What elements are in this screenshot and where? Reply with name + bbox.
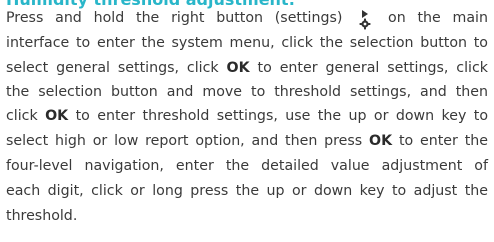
paragraph-line-1: Press and hold the right button (setting… <box>6 6 488 30</box>
manual-page: Humidity threshold adjustment: Press and… <box>0 0 494 242</box>
ok-keyword: OK <box>226 60 250 76</box>
settings-button-icon <box>354 6 376 30</box>
line-1-text-before-icon: Press and hold the right button (setting… <box>6 10 343 26</box>
paragraph-line-9: threshold. <box>6 208 78 224</box>
line-1-text-after-icon: on the main <box>388 10 488 26</box>
paragraph-line-2: interface to enter the system menu, clic… <box>6 35 488 51</box>
paragraph-line-6: select high or low report option, and th… <box>6 129 488 153</box>
line-3-text-a: select general settings, click <box>6 60 219 76</box>
paragraph-line-5: click OK to enter threshold settings, us… <box>6 104 488 128</box>
line-5-text-b: to enter threshold settings, use the up … <box>75 108 488 124</box>
paragraph-line-3: select general settings, click OK to ent… <box>6 56 488 80</box>
line-6-text-b: to enter the <box>398 133 488 149</box>
paragraph-line-7: four-level navigation, enter the detaile… <box>6 158 488 174</box>
paragraph-line-8: each digit, click or long press the up o… <box>6 183 488 199</box>
ok-keyword: OK <box>45 108 69 124</box>
line-5-text-a: click <box>6 108 38 124</box>
paragraph-line-4: the selection button and move to thresho… <box>6 84 488 100</box>
line-6-text-a: select high or low report option, and th… <box>6 133 363 149</box>
ok-keyword: OK <box>369 133 393 149</box>
line-3-text-b: to enter general settings, click <box>257 60 488 76</box>
